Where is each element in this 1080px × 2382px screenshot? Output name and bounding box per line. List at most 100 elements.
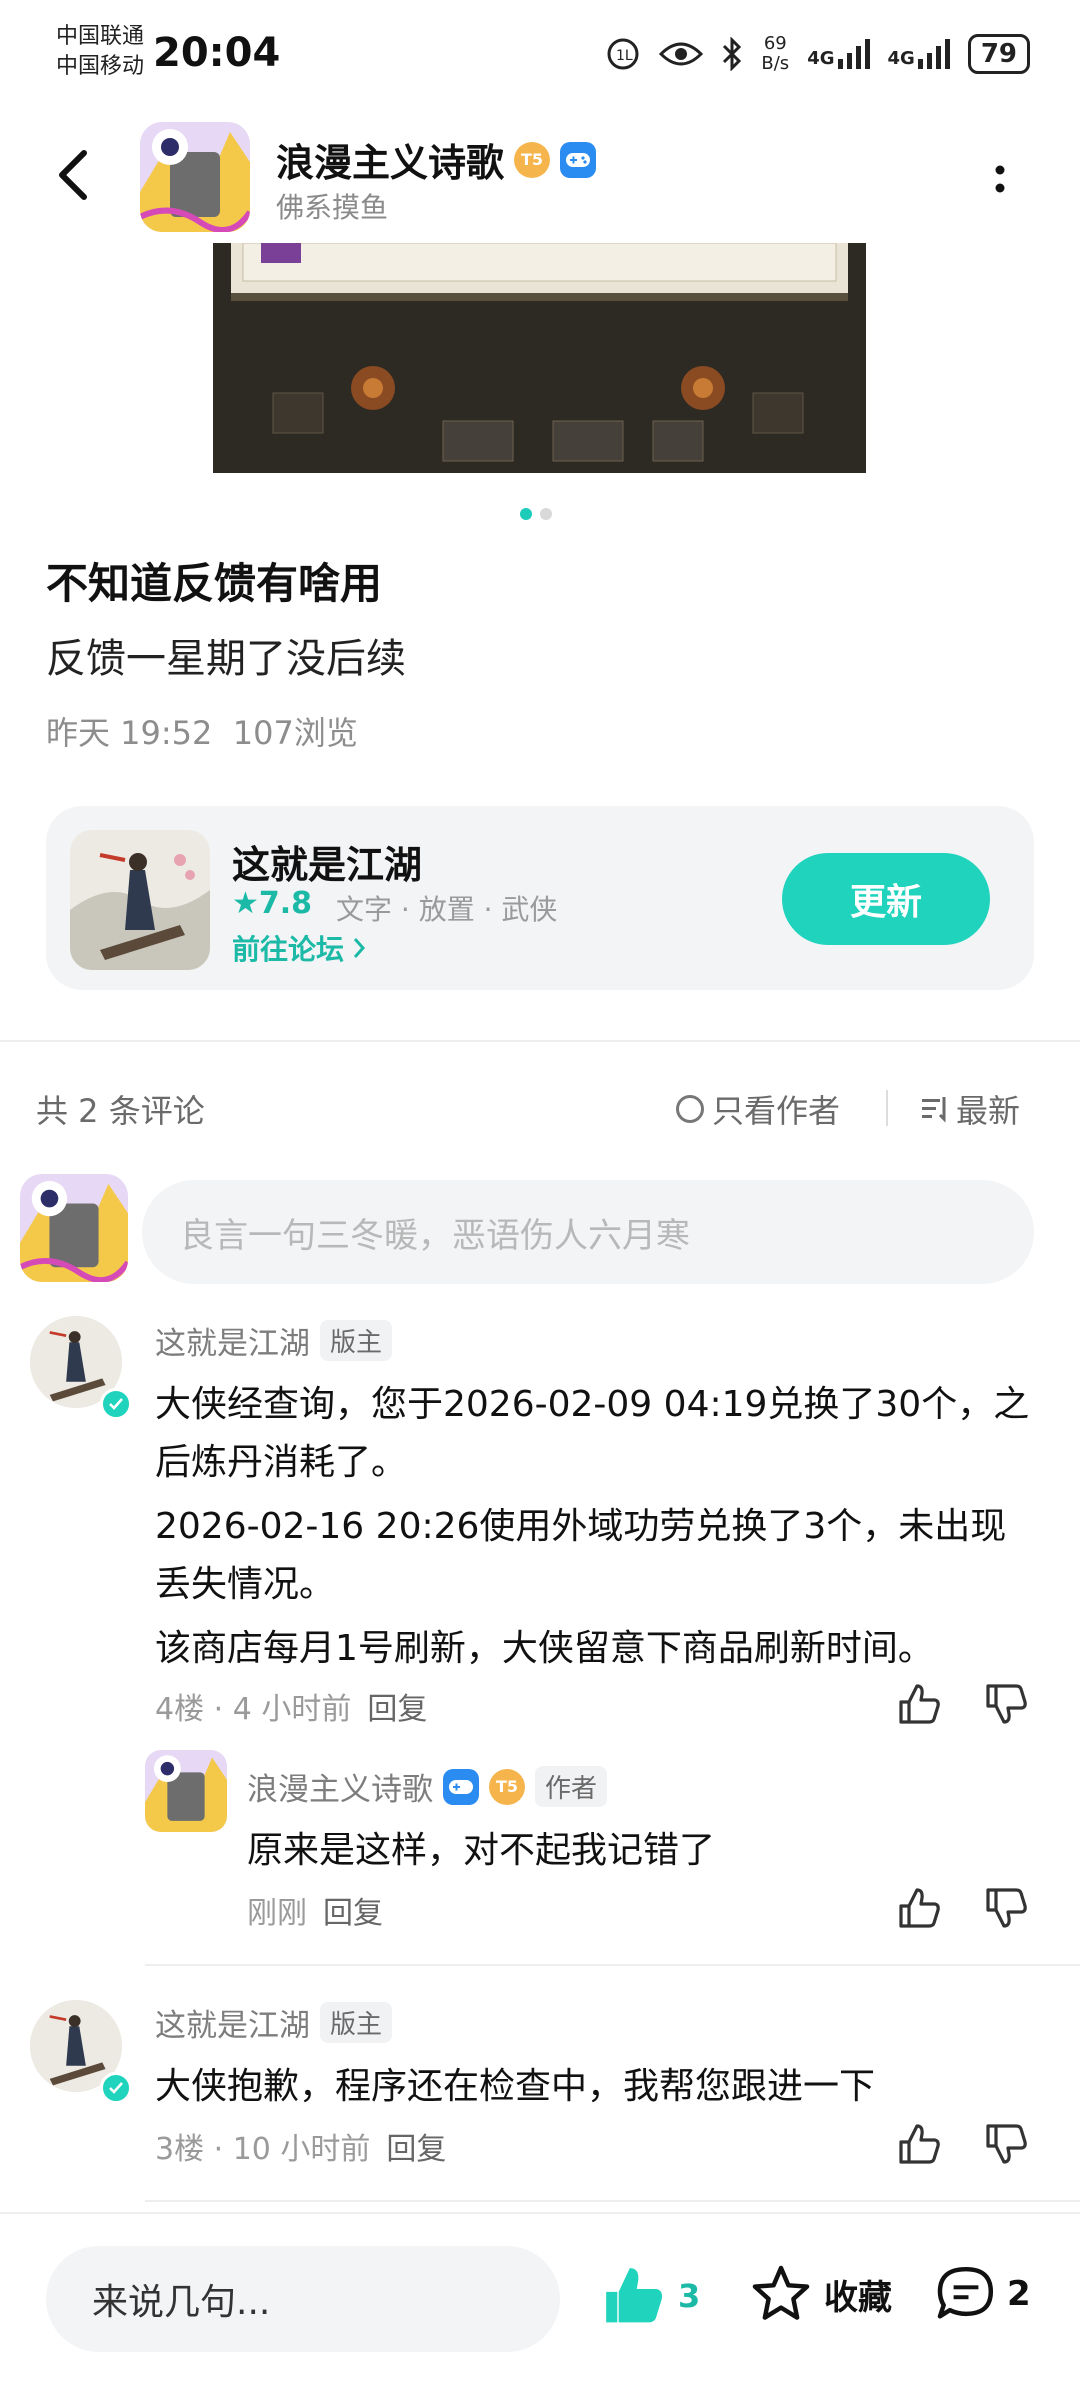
game-icon[interactable] — [70, 830, 210, 970]
level-badge: T5 — [489, 1768, 525, 1805]
reply-button[interactable]: 回复 — [367, 1692, 427, 1727]
reply-author[interactable]: 浪漫主义诗歌 — [247, 1764, 433, 1809]
verified-check-icon — [100, 1388, 132, 1420]
comment-dislike-button[interactable] — [982, 2120, 1030, 2168]
header-subtitle: 佛系摸鱼 — [276, 191, 389, 224]
reply-button[interactable]: 回复 — [386, 2132, 446, 2167]
comment-paragraph: 该商店每月1号刷新，大侠留意下商品刷新时间。 — [155, 1628, 934, 1669]
carrier-info: 中国联通 中国移动 — [56, 22, 144, 82]
avatar-image — [145, 1750, 227, 1832]
reply-like-button[interactable] — [895, 1884, 943, 1932]
comment-count: 共 2 条评论 — [36, 1092, 205, 1130]
reply-dislike-button[interactable] — [982, 1884, 1030, 1932]
header-name[interactable]: 浪漫主义诗歌 — [276, 132, 504, 187]
reply-time: 刚刚 — [247, 1896, 307, 1931]
comment-author[interactable]: 这就是江湖 — [155, 2000, 310, 2045]
reply-body: 原来是这样，对不起我记错了 — [247, 1830, 716, 1871]
level-badge: T5 — [514, 141, 551, 178]
comment-meta: 4楼 · 4 小时前 回复 — [155, 1684, 427, 1728]
game-tags: 文字 · 放置 · 武侠 — [336, 893, 558, 926]
thumb-down-icon — [986, 1888, 1027, 1928]
thumb-up-icon — [899, 2124, 940, 2164]
header-title-row: 浪漫主义诗歌 T5 — [276, 132, 597, 187]
signal-2-label: 4G — [887, 48, 915, 69]
level-badge-number: 5 — [506, 1777, 519, 1796]
comment-like-button[interactable] — [895, 1680, 943, 1728]
game-rating: ★7.8 — [232, 886, 313, 921]
comment-meta: 3楼 · 10 小时前 回复 — [155, 2124, 446, 2168]
author-only-label: 只看作者 — [712, 1092, 841, 1130]
eye-icon — [659, 42, 704, 66]
verified-check-icon — [100, 2072, 132, 2104]
comment-author[interactable]: 这就是江湖 — [155, 1318, 310, 1363]
radio-circle-icon — [676, 1095, 704, 1123]
bottom-comment-input[interactable]: 来说几句... — [46, 2246, 560, 2352]
update-button[interactable]: 更新 — [782, 853, 990, 945]
level-badge-number: 5 — [531, 150, 544, 169]
more-vertical-icon — [995, 165, 1005, 193]
reply-author-row: 浪漫主义诗歌 T5 作者 — [247, 1764, 608, 1809]
sort-button[interactable]: 最新 — [920, 1086, 1020, 1132]
reply-author-avatar[interactable] — [145, 1750, 227, 1832]
reply-meta: 刚刚 回复 — [247, 1888, 383, 1932]
signal-1: 4G — [807, 39, 870, 69]
comment-body: 大侠经查询，您于2026-02-09 04:19兑换了30个，之后炼丹消耗了。 … — [155, 1376, 1035, 1678]
sort-separator — [886, 1090, 888, 1126]
post-like-button[interactable]: 3 — [600, 2264, 700, 2328]
comment-like-button[interactable] — [895, 2120, 943, 2168]
avatar-image — [20, 1174, 128, 1282]
comment-author-row: 这就是江湖 版主 — [155, 2000, 393, 2045]
bottom-bar-divider — [0, 2212, 1080, 2214]
hd-call-icon: 1L — [607, 38, 639, 70]
post-title: 不知道反馈有啥用 — [46, 559, 383, 608]
thumb-up-icon — [899, 1684, 940, 1724]
carrier-1: 中国联通 — [56, 24, 145, 49]
thumb-up-icon — [606, 2268, 663, 2323]
like-count: 3 — [678, 2277, 701, 2315]
status-bar: 中国联通 中国移动 20:04 1L 69 B/s 4G 4G 79 — [0, 0, 1080, 110]
favorite-label: 收藏 — [824, 2277, 892, 2318]
favorite-button[interactable]: 收藏 — [750, 2264, 892, 2324]
back-button[interactable] — [52, 145, 102, 205]
comments-button[interactable]: 2 — [935, 2264, 1031, 2324]
more-button[interactable] — [985, 150, 1015, 210]
post-body: 反馈一星期了没后续 — [46, 636, 406, 682]
network-speed-unit: B/s — [761, 53, 790, 74]
comment-count-bottom: 2 — [1007, 2274, 1031, 2314]
signal-1-label: 4G — [807, 48, 835, 69]
my-avatar[interactable] — [20, 1174, 128, 1282]
svg-text:1L: 1L — [616, 48, 633, 64]
clock: 20:04 — [153, 30, 281, 76]
thumb-down-icon — [986, 2124, 1027, 2164]
game-screenshot-image — [213, 243, 866, 473]
avatar-image — [140, 122, 250, 232]
reply-button[interactable]: 回复 — [323, 1896, 383, 1931]
post-image[interactable] — [213, 243, 866, 473]
role-badge: 版主 — [320, 2002, 393, 2043]
forum-link[interactable]: 前往论坛 — [232, 928, 366, 968]
carousel-indicator — [520, 508, 552, 520]
comment-divider — [145, 2200, 1080, 2202]
carousel-dot — [520, 508, 532, 520]
sort-label: 最新 — [956, 1092, 1021, 1130]
comment-bubble-icon — [937, 2266, 994, 2319]
author-avatar[interactable] — [140, 122, 250, 232]
author-only-toggle[interactable]: 只看作者 — [676, 1086, 840, 1132]
comment-floor-time: 3楼 · 10 小时前 — [155, 2132, 371, 2167]
comment-dislike-button[interactable] — [982, 1680, 1030, 1728]
comment-paragraph: 大侠经查询，您于2026-02-09 04:19兑换了30个，之后炼丹消耗了。 — [155, 1384, 1030, 1483]
game-name[interactable]: 这就是江湖 — [232, 834, 422, 889]
post-meta: 昨天 19:52 107浏览 — [46, 714, 358, 752]
game-controller-icon — [443, 1768, 479, 1805]
thumb-down-icon — [986, 1684, 1027, 1724]
comment-paragraph: 2026-02-16 20:26使用外域功劳兑换了3个，未出现丢失情况。 — [155, 1506, 1007, 1605]
signal-bars-icon — [837, 39, 870, 69]
forum-link-label: 前往论坛 — [232, 933, 345, 966]
comment-input[interactable]: 良言一句三冬暖，恶语伤人六月寒 — [142, 1180, 1034, 1284]
signal-bars-icon — [917, 39, 950, 69]
thumb-up-icon — [899, 1888, 940, 1928]
sort-icon — [922, 1097, 946, 1123]
network-speed-value: 69 — [763, 33, 787, 54]
comment-paragraph: 大侠抱歉，程序还在检查中，我帮您跟进一下 — [155, 2066, 876, 2107]
comment-divider — [145, 1964, 1080, 1966]
